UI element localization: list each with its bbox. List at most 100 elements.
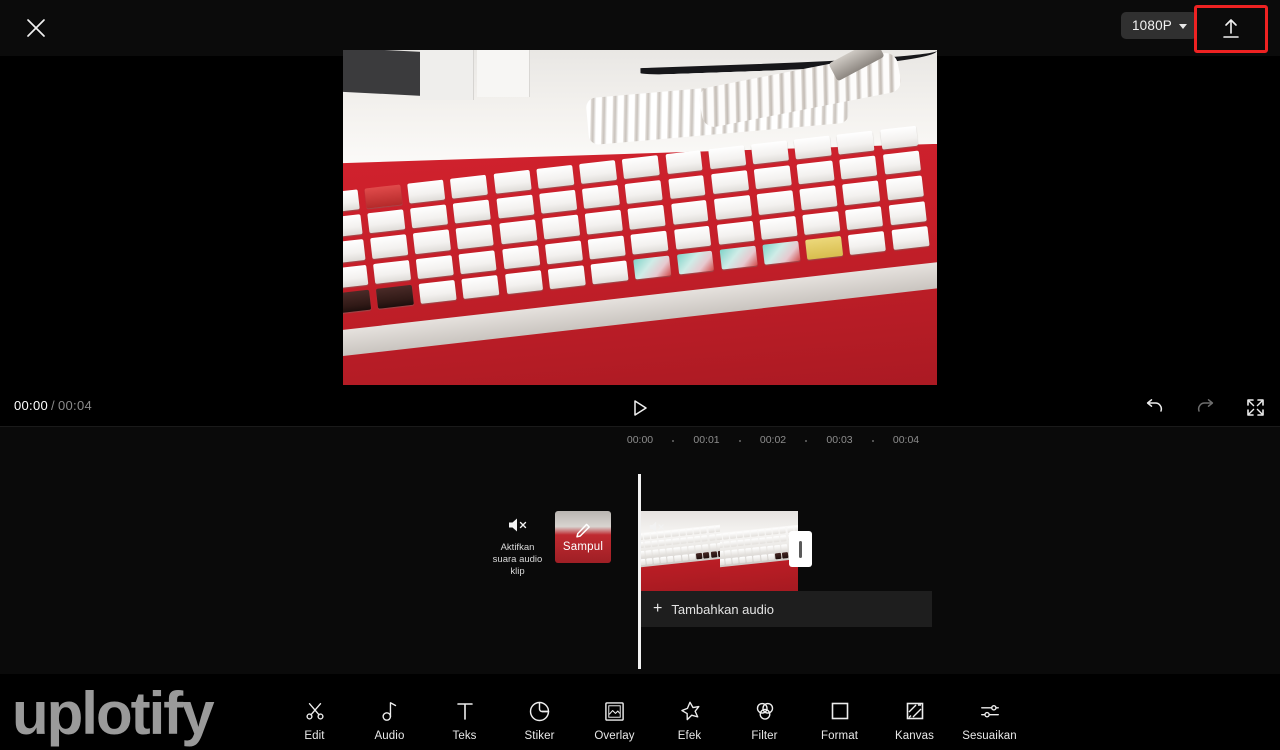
player-right-controls bbox=[1142, 394, 1268, 420]
preview-keycap bbox=[751, 140, 790, 165]
clip-thumb-keycap bbox=[645, 557, 653, 565]
play-button[interactable] bbox=[626, 396, 654, 420]
tool-overlay[interactable]: Overlay bbox=[577, 700, 652, 742]
preview-keycap bbox=[375, 283, 414, 308]
resolution-label: 1080P bbox=[1131, 18, 1172, 33]
clip-thumb-keycap bbox=[720, 550, 724, 557]
preview-keycap bbox=[459, 249, 498, 274]
preview-keycap bbox=[456, 224, 495, 249]
playhead[interactable] bbox=[638, 474, 641, 669]
clip-thumb-keycap bbox=[720, 533, 722, 541]
preview-white-box-left bbox=[420, 50, 474, 101]
clip-thumb-keycap bbox=[687, 536, 694, 544]
preview-keycap bbox=[343, 263, 369, 288]
clip-thumb-keycap bbox=[710, 551, 718, 558]
clip-thumb-keycap bbox=[694, 535, 702, 543]
clip-thumb-keycap bbox=[736, 531, 744, 538]
tool-label: Stiker bbox=[524, 730, 555, 742]
tool-format[interactable]: Format bbox=[802, 700, 877, 742]
preview-area bbox=[0, 50, 1280, 385]
clip-thumb-keycap bbox=[673, 546, 681, 554]
preview-keycap bbox=[496, 194, 535, 219]
clip-frame bbox=[720, 511, 798, 591]
clip-thumb-keycap bbox=[724, 549, 731, 557]
preview-keycap bbox=[837, 130, 876, 155]
clip-thumb-keycap bbox=[746, 555, 754, 563]
export-button[interactable] bbox=[1194, 5, 1268, 53]
clip-thumb-keycap bbox=[750, 529, 758, 537]
clip-mute-icon bbox=[647, 519, 667, 535]
preview-keycap bbox=[802, 210, 841, 235]
add-audio-label: Tambahkan audio bbox=[671, 601, 774, 617]
clip-thumb-keycap bbox=[743, 530, 751, 538]
clip-thumb-keycap bbox=[724, 557, 732, 565]
fullscreen-button[interactable] bbox=[1242, 394, 1268, 420]
tool-edit[interactable]: Edit bbox=[277, 700, 352, 742]
clip-trim-handle[interactable] bbox=[789, 531, 812, 567]
clip-thumb-keycap bbox=[767, 544, 774, 552]
bottom-toolbar: uplotify Edit Audio Teks Stiker Overlay Efek F… bbox=[0, 674, 1280, 750]
clip-thumb-keycap bbox=[709, 542, 717, 550]
chevron-down-icon bbox=[1179, 23, 1187, 29]
preview-keycap bbox=[416, 254, 455, 279]
resolution-selector[interactable]: 1080P bbox=[1120, 12, 1197, 39]
clip-thumb-keycap bbox=[641, 533, 643, 541]
tool-sesuaikan[interactable]: Sesuaikan bbox=[952, 700, 1027, 742]
tool-label: Efek bbox=[677, 730, 702, 742]
text-t-icon bbox=[455, 700, 475, 722]
preview-keycap bbox=[805, 235, 844, 260]
clip-thumb-keycap bbox=[660, 556, 667, 563]
close-icon[interactable] bbox=[16, 8, 56, 48]
preview-keycap bbox=[585, 209, 624, 234]
undo-icon bbox=[1146, 399, 1163, 412]
clip-thumb-keycap bbox=[658, 539, 666, 547]
redo-button[interactable] bbox=[1192, 394, 1218, 420]
clip-thumb-keycap bbox=[720, 541, 723, 549]
tool-filter[interactable]: Filter bbox=[727, 700, 802, 742]
clip-thumb-keycap bbox=[759, 545, 767, 553]
clip-thumb-keycap bbox=[779, 526, 787, 534]
tool-label: Overlay bbox=[594, 730, 635, 742]
preview-keycap bbox=[504, 269, 543, 294]
cover-thumbnail-button[interactable]: Sampul bbox=[555, 511, 611, 563]
preview-keycap bbox=[754, 165, 793, 190]
clip-thumb-keycap bbox=[767, 553, 775, 560]
play-icon bbox=[633, 400, 647, 416]
tool-kanvas[interactable]: Kanvas bbox=[877, 700, 952, 742]
preview-keycap bbox=[797, 160, 836, 185]
preview-keycap bbox=[343, 239, 366, 264]
add-audio-track[interactable]: + Tambahkan audio bbox=[641, 591, 932, 627]
preview-keycap bbox=[719, 244, 758, 269]
clip-thumb-keycap bbox=[708, 534, 716, 542]
clip-thumb-keycap bbox=[652, 548, 659, 556]
mute-hint-line-2: suara audio bbox=[492, 554, 543, 565]
preview-white-box-right bbox=[476, 50, 531, 97]
tool-label: Filter bbox=[751, 730, 778, 742]
tool-teks[interactable]: Teks bbox=[427, 700, 502, 742]
preview-dark-object bbox=[343, 50, 427, 96]
video-clip[interactable] bbox=[641, 511, 798, 591]
enable-clip-audio-button[interactable]: Aktifkan suara audio klip bbox=[490, 511, 545, 578]
preview-keycap bbox=[625, 179, 664, 204]
clip-thumb-keycap bbox=[695, 544, 702, 551]
video-preview[interactable] bbox=[343, 50, 937, 385]
clip-thumb-keycap bbox=[680, 545, 688, 553]
tool-audio[interactable]: Audio bbox=[352, 700, 427, 742]
clip-thumb-keycap bbox=[667, 555, 675, 563]
top-bar: 1080P bbox=[0, 0, 1280, 56]
preview-keycap bbox=[713, 194, 752, 219]
timeline[interactable]: 00:00 00:01 00:02 00:03 00:04 Aktifkan suara… bbox=[0, 426, 1280, 674]
tool-stiker[interactable]: Stiker bbox=[502, 700, 577, 742]
player-controls: 00:00/00:04 bbox=[0, 390, 1280, 426]
preview-keycap bbox=[547, 264, 586, 289]
preview-keycap bbox=[665, 150, 704, 175]
preview-keycap bbox=[536, 164, 575, 189]
clip-thumb-keycap bbox=[702, 543, 710, 551]
clip-thumb-keycap bbox=[738, 547, 746, 555]
preview-keycap bbox=[708, 145, 747, 170]
preview-keycap bbox=[493, 169, 532, 194]
clip-thumb-keycap bbox=[772, 527, 780, 535]
clip-thumb-keycap bbox=[766, 536, 773, 544]
undo-button[interactable] bbox=[1142, 394, 1168, 420]
tool-efek[interactable]: Efek bbox=[652, 700, 727, 742]
